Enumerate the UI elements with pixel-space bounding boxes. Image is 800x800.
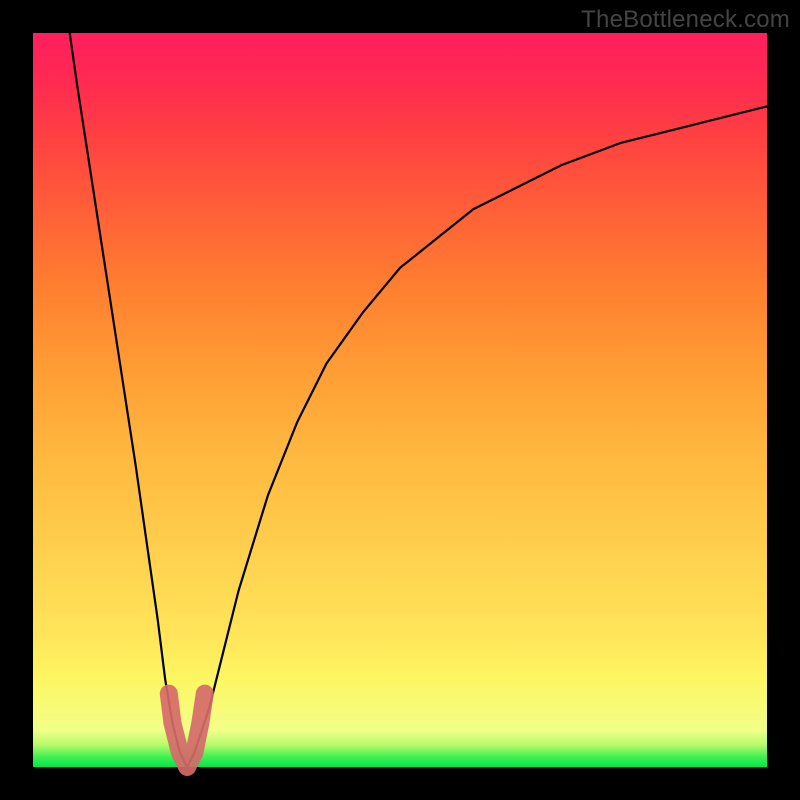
highlight-nub bbox=[169, 694, 205, 767]
chart-frame: TheBottleneck.com bbox=[0, 0, 800, 800]
chart-plot-area bbox=[33, 33, 767, 767]
bottleneck-curve bbox=[70, 33, 767, 767]
watermark-text: TheBottleneck.com bbox=[581, 6, 790, 34]
chart-svg bbox=[33, 33, 767, 767]
